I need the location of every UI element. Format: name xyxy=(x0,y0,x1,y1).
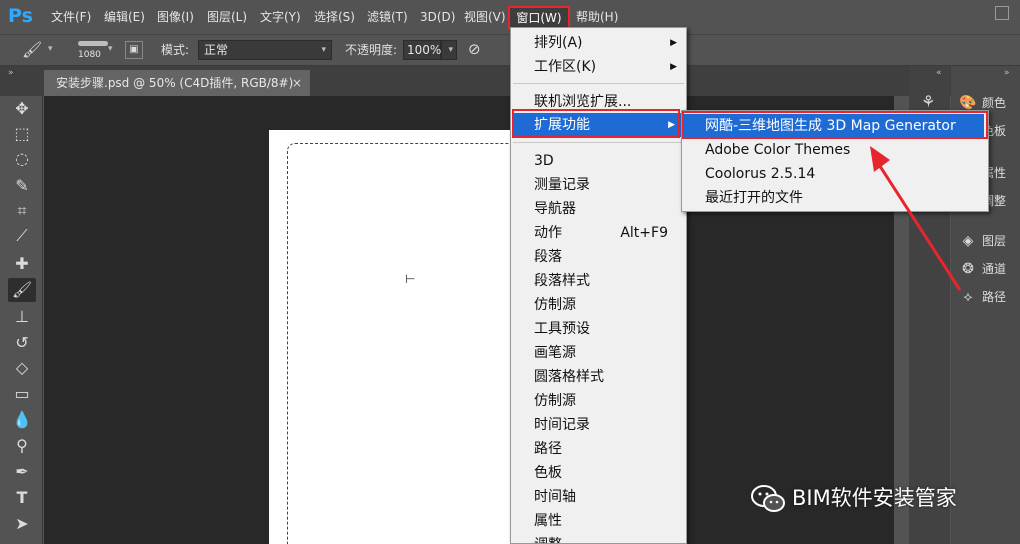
document-tab[interactable]: 安装步骤.psd @ 50% (C4D插件, RGB/8#) xyxy=(44,70,310,96)
eraser-tool-icon[interactable]: ◇ xyxy=(10,356,34,380)
brush-tool-icon[interactable]: 🖌 xyxy=(22,40,42,60)
mode-select-value: 正常 xyxy=(204,43,229,57)
menu-item-tool-presets[interactable]: 工具预设 xyxy=(511,317,686,341)
menu-item-workspace[interactable]: 工作区(K) ▶ xyxy=(511,55,686,79)
menu-separator xyxy=(513,83,684,84)
menu-filter[interactable]: 滤镜(T) xyxy=(367,0,408,34)
menu-type[interactable]: 文字(Y) xyxy=(260,0,301,34)
opacity-value: 100% xyxy=(407,43,442,57)
shortcut-label: Alt+F9 xyxy=(620,225,668,241)
history-brush-tool-icon[interactable]: ↺ xyxy=(10,331,34,355)
menu-item-3d[interactable]: 3D xyxy=(511,149,686,173)
mode-label: 模式: xyxy=(161,43,190,57)
submenu-arrow-icon: ▶ xyxy=(670,62,677,72)
menu-item-actions[interactable]: 动作 Alt+F9 xyxy=(511,221,686,245)
blur-tool-icon[interactable]: 💧 xyxy=(10,408,34,432)
menu-item-adjustments[interactable]: 调整 xyxy=(511,533,686,543)
menu-item-clone-source-2[interactable]: 仿制源 xyxy=(511,389,686,413)
clone-stamp-tool-icon[interactable]: ⊥ xyxy=(10,305,34,329)
photoshop-logo: Ps xyxy=(8,5,33,27)
crop-tool-icon[interactable]: ⌗ xyxy=(10,199,34,223)
panel-expand-icon[interactable]: » xyxy=(1004,68,1010,78)
menu-item-paragraph-styles[interactable]: 段落样式 xyxy=(511,269,686,293)
annotation-arrow-icon xyxy=(870,146,962,291)
mode-chevron-icon: ▾ xyxy=(321,45,326,55)
menu-view[interactable]: 视图(V) xyxy=(464,0,506,34)
menu-select[interactable]: 选择(S) xyxy=(314,0,355,34)
brush-preset-picker[interactable]: 1080 xyxy=(72,38,112,64)
lasso-tool-icon[interactable]: ◌ xyxy=(10,147,34,171)
dodge-tool-icon[interactable]: ⚲ xyxy=(10,434,34,458)
menu-file[interactable]: 文件(F) xyxy=(51,0,91,34)
watermark-text: BIM软件安装管家 xyxy=(792,486,957,510)
3d-map-highlight-frame xyxy=(682,111,988,139)
menu-item-paragraph[interactable]: 段落 xyxy=(511,245,686,269)
menu-image[interactable]: 图像(I) xyxy=(157,0,194,34)
menu-item-navigator[interactable]: 导航器 xyxy=(511,197,686,221)
menu-item-paths[interactable]: 路径 xyxy=(511,437,686,461)
brush-settings-icon[interactable]: ▣ xyxy=(125,41,143,59)
menu-item-swatches[interactable]: 色板 xyxy=(511,461,686,485)
crosshair-cursor-icon: ⊢ xyxy=(405,272,416,286)
brush-size-chevron-icon[interactable]: ▾ xyxy=(108,44,113,54)
menu-3d[interactable]: 3D(D) xyxy=(420,0,455,34)
opacity-label: 不透明度: xyxy=(345,43,398,57)
brush-size-value: 1080 xyxy=(78,50,101,60)
opacity-input[interactable]: 100% xyxy=(403,40,441,60)
healing-brush-tool-icon[interactable]: ✚ xyxy=(10,252,34,276)
menu-item-brush-source[interactable]: 画笔源 xyxy=(511,341,686,365)
opacity-chevron-icon: ▾ xyxy=(448,45,453,55)
menu-item-properties[interactable]: 属性 xyxy=(511,509,686,533)
watermark: BIM软件安装管家 xyxy=(750,480,1010,520)
brush-tool-selected-icon[interactable]: 🖌 xyxy=(8,278,36,302)
gradient-tool-icon[interactable]: ▭ xyxy=(10,382,34,406)
eyedropper-tool-icon[interactable]: ⟋ xyxy=(10,224,34,248)
tab-close-icon[interactable]: × xyxy=(292,70,304,96)
pen-tool-icon[interactable]: ✒ xyxy=(10,460,34,484)
window-menu-dropdown: 排列(A) ▶ 工作区(K) ▶ 联机浏览扩展... 扩展功能 ▶ 3D 测量记录 导… xyxy=(510,27,687,544)
extensions-highlight-frame xyxy=(512,109,680,138)
path-selection-tool-icon[interactable]: ➤ xyxy=(10,512,34,536)
marquee-tool-icon[interactable]: ⬚ xyxy=(10,122,34,146)
wechat-icon xyxy=(751,485,785,512)
quick-select-tool-icon[interactable]: ✎ xyxy=(10,174,34,198)
menu-item-measurement-log[interactable]: 测量记录 xyxy=(511,173,686,197)
tool-preset-chevron-icon[interactable]: ▾ xyxy=(48,44,53,54)
opacity-dropdown[interactable]: ▾ xyxy=(441,40,457,60)
brush-stroke-preview-icon xyxy=(78,41,108,46)
panel-collapse-left-icon[interactable]: « xyxy=(936,68,942,78)
menu-layer[interactable]: 图层(L) xyxy=(207,0,247,34)
menu-item-cell-styles[interactable]: 圆落格样式 xyxy=(511,365,686,389)
type-tool-icon[interactable]: T xyxy=(10,486,34,510)
window-restore-icon[interactable] xyxy=(995,6,1009,20)
submenu-arrow-icon: ▶ xyxy=(670,38,677,48)
brush-presets-panel-icon[interactable]: ⚘ xyxy=(921,92,935,111)
move-tool-icon[interactable]: ✥ xyxy=(10,97,34,121)
toolbar-collapse-icon[interactable]: » xyxy=(8,68,14,78)
menu-separator xyxy=(513,142,684,143)
mode-select[interactable]: 正常 ▾ xyxy=(198,40,332,60)
menu-item-timing-log[interactable]: 时间记录 xyxy=(511,413,686,437)
menu-item-timeline[interactable]: 时间轴 xyxy=(511,485,686,509)
pressure-opacity-icon[interactable]: ⊘ xyxy=(468,40,488,60)
menu-edit[interactable]: 编辑(E) xyxy=(104,0,145,34)
selection-marquee xyxy=(287,143,509,544)
menu-item-clone-source[interactable]: 仿制源 xyxy=(511,293,686,317)
menu-item-arrange[interactable]: 排列(A) ▶ xyxy=(511,31,686,55)
